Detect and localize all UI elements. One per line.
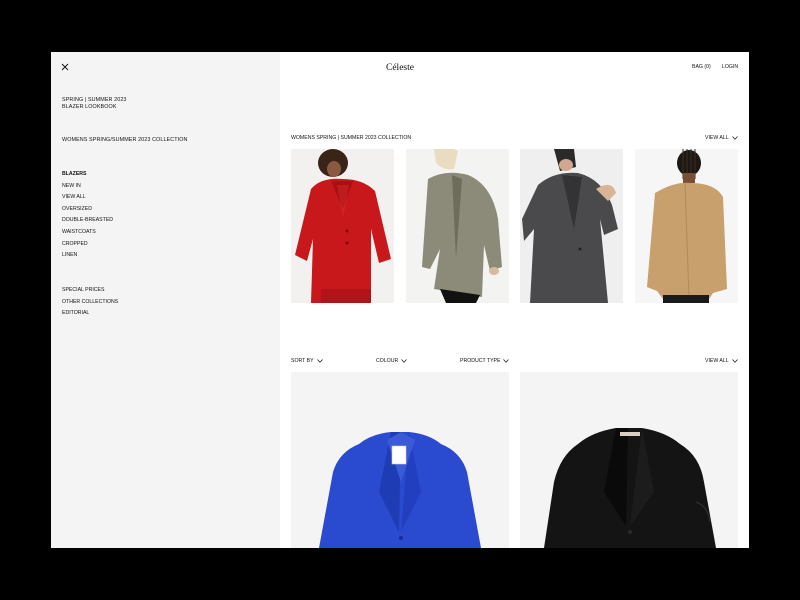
chevron-down-icon <box>731 359 738 363</box>
product-type-label: PRODUCT TYPE <box>460 358 501 364</box>
view-all-label: VIEW ALL <box>705 135 729 141</box>
blue-blazer-image <box>291 372 509 548</box>
sidebar-item-oversized[interactable]: OVERSIZED <box>62 204 113 216</box>
collection-view-all-button[interactable]: VIEW ALL <box>705 135 738 141</box>
sidebar-item-special-prices[interactable]: SPECIAL PRICES <box>62 285 118 297</box>
sort-by-dropdown[interactable]: SORT BY <box>291 358 323 364</box>
view-all-label: VIEW ALL <box>705 358 729 364</box>
product-thumb-grey-blazer[interactable] <box>520 149 623 303</box>
sidebar-item-cropped[interactable]: CROPPED <box>62 239 113 251</box>
collection-title: WOMENS SPRING | SUMMER 2023 COLLECTION <box>291 135 412 141</box>
login-link[interactable]: LOGIN <box>722 64 738 70</box>
sort-by-label: SORT BY <box>291 358 314 364</box>
red-blazer-image <box>291 149 394 303</box>
close-icon[interactable] <box>60 62 70 72</box>
colour-dropdown[interactable]: COLOUR <box>376 358 407 364</box>
chevron-down-icon <box>731 136 738 140</box>
product-type-dropdown[interactable]: PRODUCT TYPE <box>460 358 510 364</box>
chevron-down-icon <box>503 359 510 363</box>
olive-blazer-image <box>406 149 509 303</box>
grey-blazer-image <box>520 149 623 303</box>
product-thumb-olive-blazer[interactable] <box>406 149 509 303</box>
product-thumb-red-blazer[interactable] <box>291 149 394 303</box>
bag-link[interactable]: BAG (0) <box>692 64 711 70</box>
sidebar-category-list: BLAZERS NEW IN VIEW ALL OVERSIZED DOUBLE… <box>62 169 113 262</box>
sidebar-collection-link[interactable]: WOMENS SPRING/SUMMER 2023 COLLECTION <box>62 137 188 144</box>
lookbook-line-1: SPRING | SUMMER 2023 <box>62 97 127 103</box>
sidebar-item-view-all[interactable]: VIEW ALL <box>62 192 113 204</box>
app-frame: SPRING | SUMMER 2023 BLAZER LOOKBOOK WOM… <box>51 52 749 548</box>
product-card-black-blazer[interactable] <box>520 372 738 548</box>
sidebar-item-double-breasted[interactable]: DOUBLE-BREASTED <box>62 215 113 227</box>
sidebar: SPRING | SUMMER 2023 BLAZER LOOKBOOK WOM… <box>51 52 280 548</box>
sidebar-item-linen[interactable]: LINEN <box>62 250 113 262</box>
products-view-all-button[interactable]: VIEW ALL <box>705 358 738 364</box>
lookbook-line-2: BLAZER LOOKBOOK <box>62 103 117 110</box>
sidebar-item-waistcoats[interactable]: WAISTCOATS <box>62 227 113 239</box>
brand-logo[interactable]: Céleste <box>386 63 414 73</box>
chevron-down-icon <box>316 359 323 363</box>
black-blazer-image <box>520 372 738 548</box>
sidebar-item-other-collections[interactable]: OTHER COLLECTIONS <box>62 297 118 309</box>
product-thumb-camel-blazer[interactable] <box>635 149 738 303</box>
sidebar-item-blazers[interactable]: BLAZERS <box>62 169 113 181</box>
colour-label: COLOUR <box>376 358 399 364</box>
product-card-blue-blazer[interactable] <box>291 372 509 548</box>
sidebar-extra-list: SPECIAL PRICES OTHER COLLECTIONS EDITORI… <box>62 285 118 320</box>
sidebar-item-new-in[interactable]: NEW IN <box>62 181 113 193</box>
chevron-down-icon <box>401 359 407 363</box>
camel-blazer-image <box>635 149 738 303</box>
lookbook-title: SPRING | SUMMER 2023 BLAZER LOOKBOOK <box>62 97 127 110</box>
sidebar-item-editorial[interactable]: EDITORIAL <box>62 308 118 320</box>
